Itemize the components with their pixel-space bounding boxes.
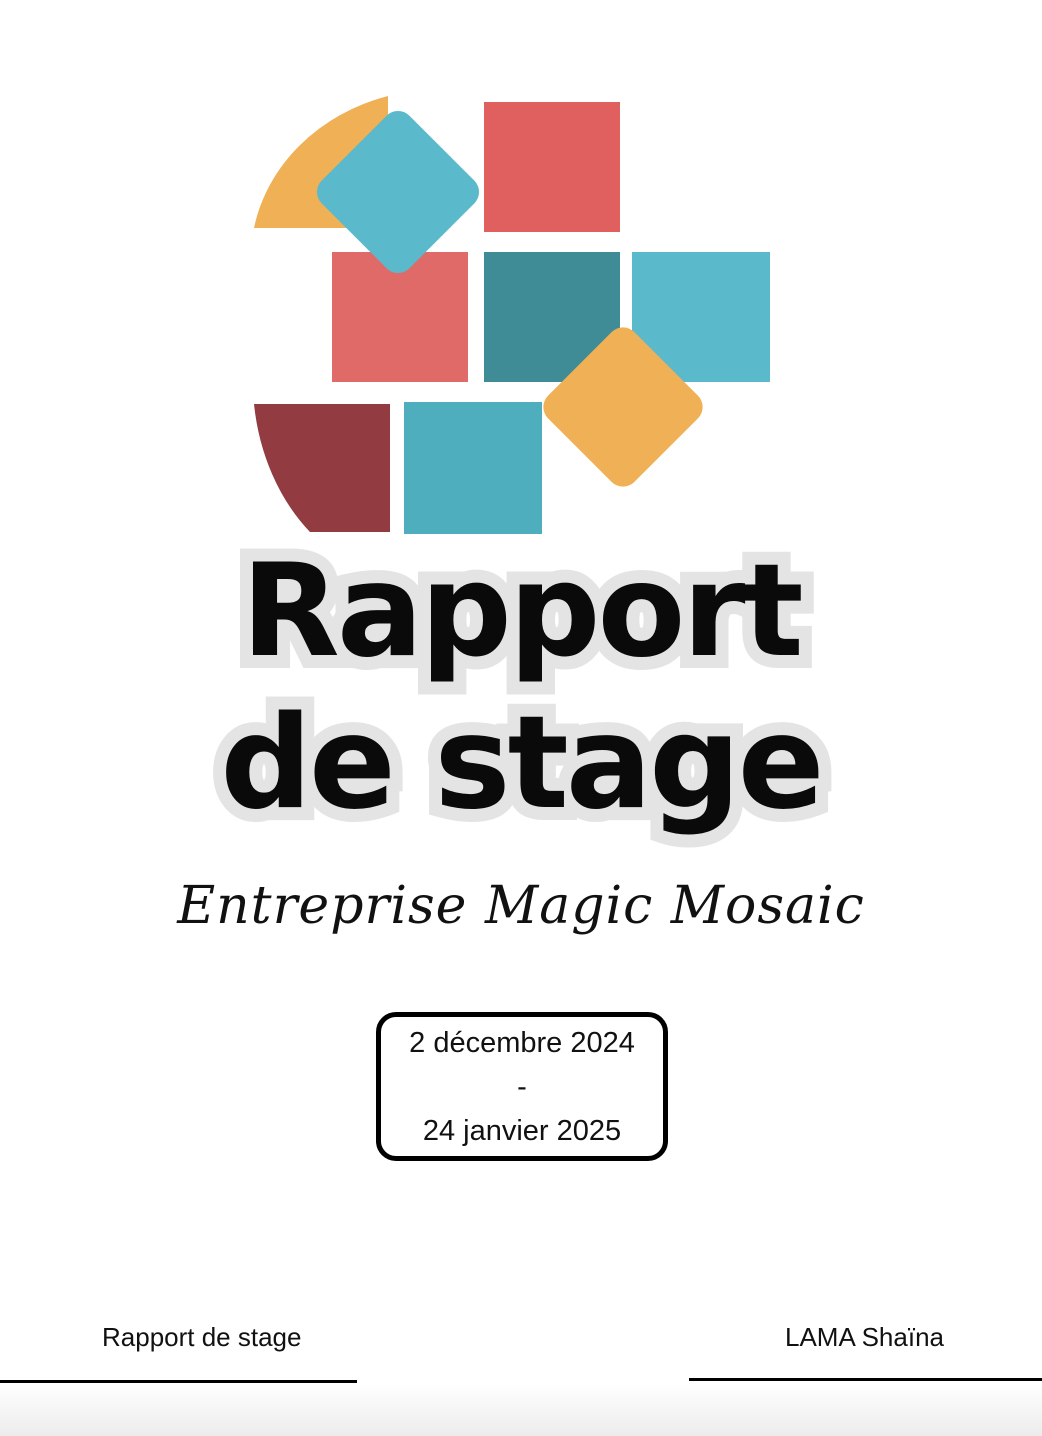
tile-coral-top xyxy=(484,102,620,232)
footer-author: LAMA Shaïna xyxy=(785,1322,944,1352)
footer-rule-left xyxy=(0,1380,357,1383)
mosaic-logo xyxy=(254,96,770,534)
tile-maroon-quarter xyxy=(254,404,390,532)
cover-page: Rapport de stage Entreprise Magic Mosaic… xyxy=(0,0,1042,1436)
end-date: 24 janvier 2025 xyxy=(422,1114,622,1147)
date-separator: - xyxy=(517,1070,527,1103)
date-range-box: 2 décembre 2024 - 24 janvier 2025 xyxy=(376,1012,668,1161)
tile-teal-bottom xyxy=(404,402,542,534)
title-line-2: de stage xyxy=(207,687,837,841)
title-line-1: Rapport xyxy=(228,535,816,689)
start-date: 2 décembre 2024 xyxy=(409,1026,635,1059)
footer-document-title: Rapport de stage xyxy=(102,1322,302,1352)
page-bottom-shadow xyxy=(0,1384,1042,1436)
subtitle: Entreprise Magic Mosaic xyxy=(177,876,865,936)
footer-rule-right xyxy=(689,1378,1042,1381)
